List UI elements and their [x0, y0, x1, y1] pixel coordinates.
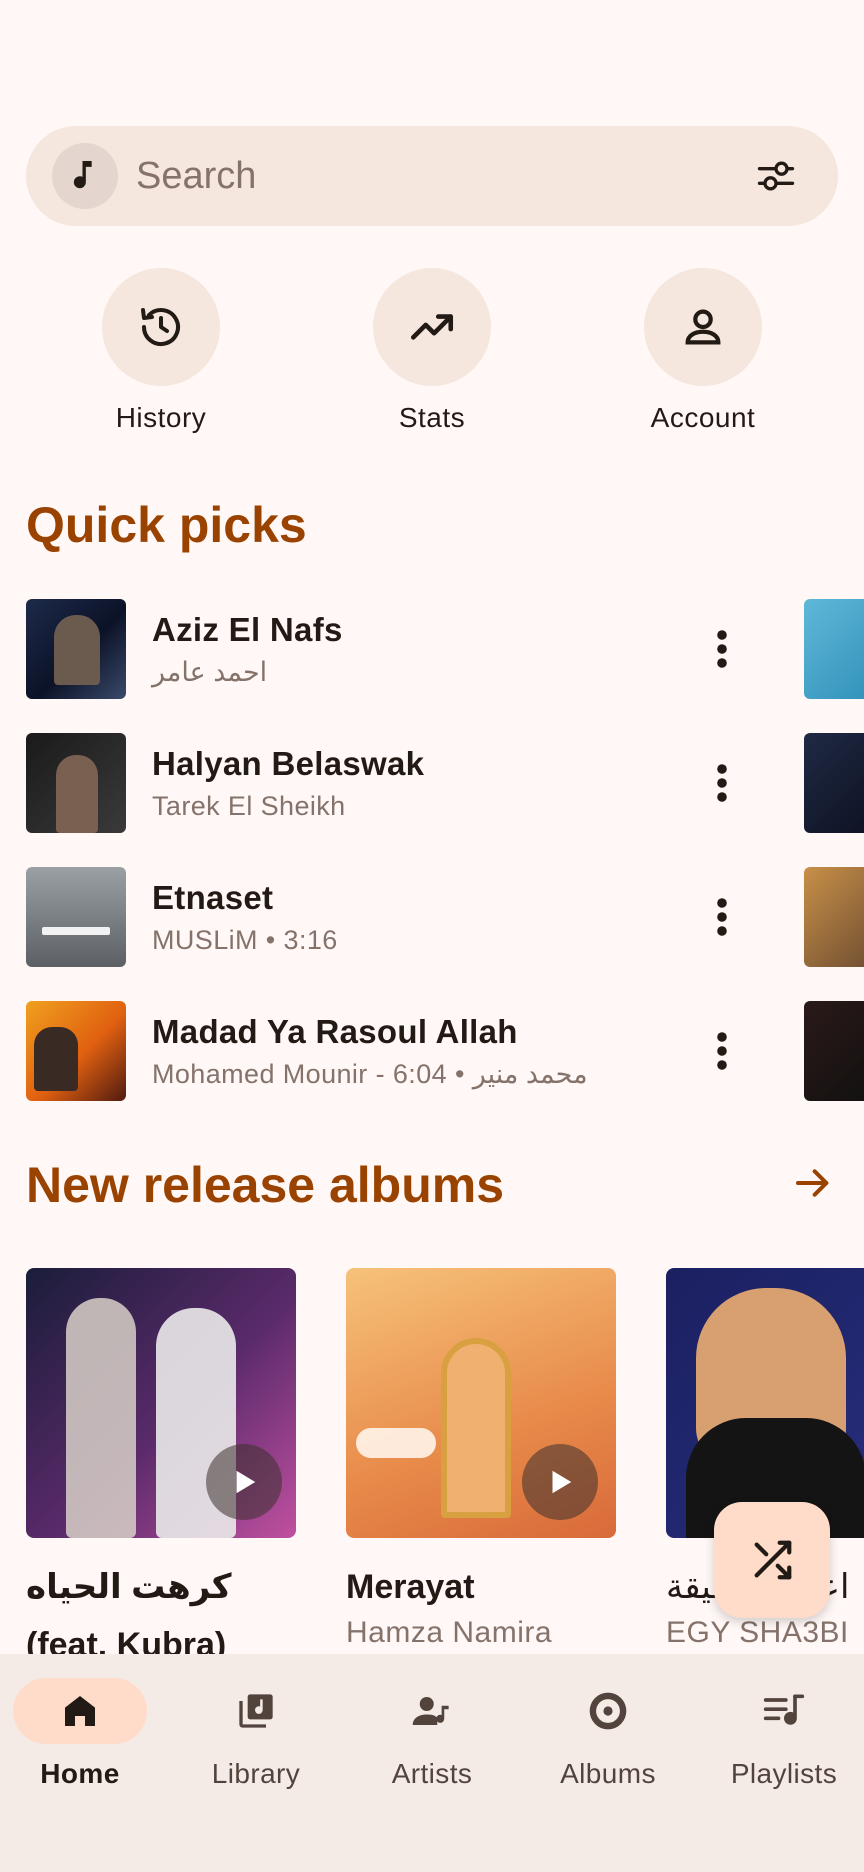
song-thumbnail: [26, 1001, 126, 1101]
song-title: Etnaset: [152, 879, 274, 916]
quick-picks-title: Quick picks: [26, 497, 307, 553]
list-item[interactable]: Etnaset MUSLiM • 3:16: [26, 867, 864, 967]
album-cover: [346, 1268, 616, 1538]
song-subtitle: Tarek El Sheikh: [152, 791, 346, 821]
nav-artists-label: Artists: [391, 1758, 473, 1789]
song-thumbnail: [26, 733, 126, 833]
account-shortcut[interactable]: Account: [603, 268, 803, 438]
nav-artists[interactable]: Artists: [344, 1678, 520, 1808]
song-subtitle: MUSLiM • 3:16: [152, 925, 338, 955]
nav-albums-label: Albums: [560, 1758, 656, 1789]
song-subtitle: Mohamed Mounir - 6:04 • محمد منير: [152, 1059, 588, 1089]
album-cover: [26, 1268, 296, 1538]
home-icon: [13, 1678, 147, 1744]
nav-playlists[interactable]: Playlists: [696, 1678, 864, 1808]
search-input[interactable]: Search: [136, 155, 748, 198]
queue-music-icon: [717, 1678, 851, 1744]
trending-up-icon: [373, 268, 491, 386]
song-thumbnail[interactable]: [804, 599, 864, 699]
more-vert-icon[interactable]: [702, 1025, 742, 1077]
search-bar[interactable]: Search: [26, 126, 838, 226]
play-icon[interactable]: [206, 1444, 282, 1520]
more-vert-icon[interactable]: [702, 891, 742, 943]
nav-home[interactable]: Home: [0, 1678, 168, 1808]
stats-label: Stats: [398, 402, 466, 433]
library-music-icon: [189, 1678, 323, 1744]
nav-library[interactable]: Library: [168, 1678, 344, 1808]
album-card[interactable]: كرهت الحياه (feat. Kubra): [26, 1268, 296, 1674]
list-item[interactable]: Madad Ya Rasoul Allah Mohamed Mounir - 6…: [26, 1001, 864, 1101]
arrow-forward-icon[interactable]: [788, 1158, 838, 1208]
song-title: Halyan Belaswak: [152, 745, 425, 782]
song-title: Aziz El Nafs: [152, 611, 343, 648]
filter-settings-icon[interactable]: [748, 148, 804, 204]
song-title: Madad Ya Rasoul Allah: [152, 1013, 518, 1050]
song-thumbnail[interactable]: [804, 1001, 864, 1101]
account-label: Account: [650, 402, 756, 433]
new-releases-title: New release albums: [26, 1157, 505, 1213]
album-artist: Hamza Namira: [346, 1616, 553, 1649]
list-item[interactable]: Aziz El Nafs احمد عامر: [26, 599, 864, 699]
artist-icon: [365, 1678, 499, 1744]
history-label: History: [115, 402, 207, 433]
nav-albums[interactable]: Albums: [520, 1678, 696, 1808]
song-thumbnail: [26, 599, 126, 699]
nav-home-label: Home: [40, 1758, 120, 1789]
song-thumbnail[interactable]: [804, 867, 864, 967]
shuffle-button[interactable]: [714, 1502, 830, 1618]
song-thumbnail[interactable]: [804, 733, 864, 833]
song-subtitle: احمد عامر: [152, 657, 268, 687]
more-vert-icon[interactable]: [702, 757, 742, 809]
album-title: Merayat: [346, 1568, 475, 1606]
album-icon: [541, 1678, 675, 1744]
shuffle-icon: [754, 1540, 792, 1580]
nav-library-label: Library: [211, 1758, 301, 1789]
more-vert-icon[interactable]: [702, 623, 742, 675]
album-cover: [666, 1268, 864, 1538]
music-note-icon: [52, 143, 118, 209]
person-icon: [644, 268, 762, 386]
history-shortcut[interactable]: History: [61, 268, 261, 438]
bottom-navigation: Home Library Artists Albums Playlists: [0, 1654, 864, 1872]
album-artist: EGY SHA3BI: [666, 1616, 849, 1649]
nav-playlists-label: Playlists: [730, 1758, 838, 1789]
stats-shortcut[interactable]: Stats: [332, 268, 532, 438]
history-icon: [102, 268, 220, 386]
song-thumbnail: [26, 867, 126, 967]
list-item[interactable]: Halyan Belaswak Tarek El Sheikh: [26, 733, 864, 833]
play-icon[interactable]: [522, 1444, 598, 1520]
album-card[interactable]: Merayat Hamza Namira: [346, 1268, 616, 1650]
